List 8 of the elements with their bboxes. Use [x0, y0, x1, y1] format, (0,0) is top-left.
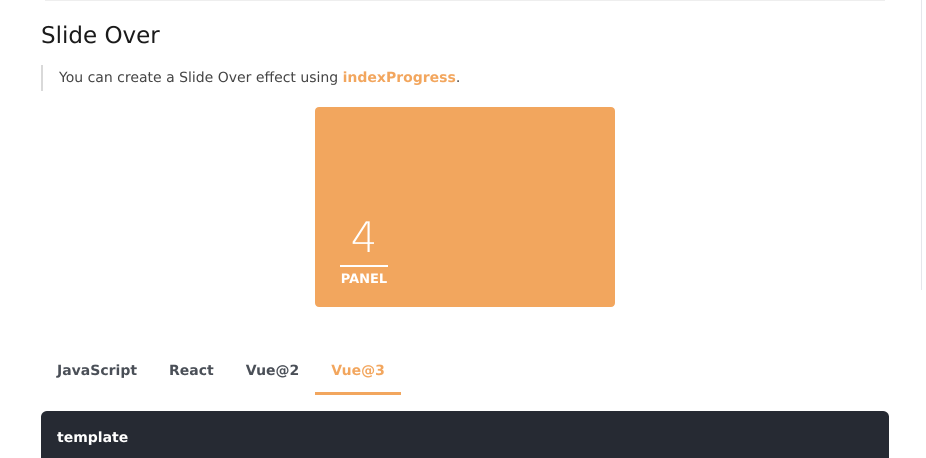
- code-tab[interactable]: Vue@2: [230, 351, 316, 395]
- code-title: template: [57, 430, 128, 446]
- code-tab[interactable]: React: [153, 351, 230, 395]
- section-heading: Slide Over: [41, 22, 161, 51]
- description-text: You can create a Slide Over effect using indexProgress.: [59, 69, 462, 88]
- code-tab[interactable]: JavaScript: [41, 351, 154, 395]
- panel-label: PANEL: [340, 271, 388, 289]
- panel-number: 4: [350, 215, 378, 261]
